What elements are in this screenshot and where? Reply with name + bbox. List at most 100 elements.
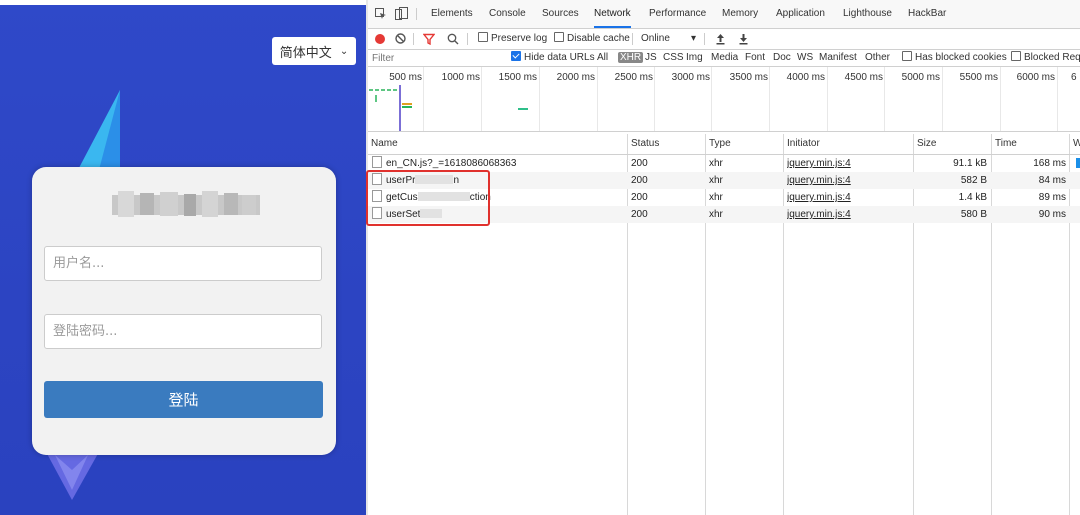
record-icon[interactable] [375, 34, 385, 44]
tab-hackbar[interactable]: HackBar [908, 0, 946, 28]
tab-memory[interactable]: Memory [722, 0, 758, 28]
request-initiator-link[interactable]: jquery.min.js:4 [787, 155, 851, 172]
device-toolbar-icon[interactable] [395, 7, 408, 20]
chevron-down-icon: ⌄ [339, 45, 349, 57]
checkbox-checked-icon [511, 51, 521, 61]
tick-line [769, 67, 770, 131]
type-filter-media[interactable]: Media [711, 50, 738, 66]
checkbox-icon [1011, 51, 1021, 61]
search-icon[interactable] [447, 33, 459, 45]
tab-lighthouse[interactable]: Lighthouse [843, 0, 892, 28]
type-filter-other[interactable]: Other [865, 50, 890, 66]
type-filter-xhr[interactable]: XHR [618, 50, 644, 66]
checkbox-icon [902, 51, 912, 61]
waterfall-bar [1076, 158, 1080, 168]
separator [413, 33, 414, 45]
request-type: xhr [709, 158, 723, 169]
inspect-element-icon[interactable] [375, 8, 387, 20]
filter-icon[interactable] [423, 33, 435, 45]
hide-data-urls-checkbox[interactable]: Hide data URLs [511, 50, 595, 66]
tab-elements[interactable]: Elements [431, 0, 473, 28]
tab-sources[interactable]: Sources [542, 0, 579, 28]
tick-line [884, 67, 885, 131]
request-size: 91.1 kB [953, 158, 987, 169]
type-filter-manifest[interactable]: Manifest [819, 50, 857, 66]
tick-line [1000, 67, 1001, 131]
network-filter-bar: Hide data URLs All XHR JS CSS Img Media … [368, 50, 1080, 67]
blocked-requests-checkbox[interactable]: Blocked Requ [1011, 50, 1080, 66]
column-header-initiator[interactable]: Initiator [784, 134, 913, 154]
highlight-annotation-box [366, 170, 490, 226]
disable-cache-checkbox[interactable]: Disable cache [554, 29, 630, 49]
tab-performance[interactable]: Performance [649, 0, 706, 28]
tick-line [1057, 67, 1058, 131]
request-size: 580 B [960, 209, 987, 220]
tab-application[interactable]: Application [776, 0, 825, 28]
timeline-tick-label: 6 [1071, 72, 1077, 83]
caret-down-icon: ▾ [691, 33, 697, 44]
column-header-name[interactable]: Name [368, 134, 627, 154]
column-header-status[interactable]: Status [628, 134, 705, 154]
login-card: 登陆 [32, 167, 336, 455]
preserve-log-label: Preserve log [491, 33, 548, 44]
type-filter-all[interactable]: All [597, 50, 608, 66]
column-header-time[interactable]: Time [992, 134, 1069, 154]
import-har-icon[interactable] [716, 33, 725, 45]
column-header-waterfall[interactable]: W [1070, 134, 1080, 154]
tick-line [654, 67, 655, 131]
request-type: xhr [709, 209, 723, 220]
type-filter-doc[interactable]: Doc [773, 50, 791, 66]
tab-console[interactable]: Console [489, 0, 526, 28]
xhr-chip-label: XHR [618, 52, 644, 63]
request-initiator-link[interactable]: jquery.min.js:4 [787, 172, 851, 189]
table-header: Name Status Type Initiator Size Time W [368, 134, 1080, 155]
timeline-tick-label: 6000 ms [1016, 72, 1055, 83]
request-status: 200 [631, 192, 648, 203]
username-input[interactable] [44, 246, 322, 281]
hide-data-urls-label: Hide data URLs [524, 52, 595, 63]
devtools-panel: Elements Console Sources Network Perform… [368, 0, 1080, 515]
separator [467, 33, 468, 45]
login-button[interactable]: 登陆 [44, 381, 323, 418]
password-input[interactable] [44, 314, 322, 349]
network-overview-timeline[interactable]: 500 ms 1000 ms 1500 ms 2000 ms 2500 ms 3… [368, 67, 1080, 132]
throttling-select[interactable]: Online ▾ [641, 29, 701, 49]
tick-line [597, 67, 598, 131]
timeline-tick-label: 3500 ms [729, 72, 768, 83]
request-status: 200 [631, 175, 648, 186]
checkbox-icon [554, 32, 564, 42]
language-select[interactable]: 简体中文 ⌄ [272, 37, 356, 65]
type-filter-font[interactable]: Font [745, 50, 765, 66]
devtools-tab-bar: Elements Console Sources Network Perform… [368, 0, 1080, 29]
tab-network[interactable]: Network [594, 0, 631, 28]
timeline-activity-bars [369, 85, 528, 131]
export-har-icon[interactable] [739, 33, 748, 45]
tick-line [711, 67, 712, 131]
preserve-log-checkbox[interactable]: Preserve log [478, 29, 547, 49]
has-blocked-cookies-label: Has blocked cookies [915, 52, 1007, 63]
timeline-tick-label: 2500 ms [614, 72, 653, 83]
has-blocked-cookies-checkbox[interactable]: Has blocked cookies [902, 50, 1007, 66]
request-status: 200 [631, 209, 648, 220]
separator [416, 8, 417, 20]
request-initiator-link[interactable]: jquery.min.js:4 [787, 206, 851, 223]
timeline-tick-label: 4500 ms [844, 72, 883, 83]
separator [632, 33, 633, 45]
clear-icon[interactable] [395, 33, 406, 44]
disable-cache-label: Disable cache [567, 33, 630, 44]
request-initiator-link[interactable]: jquery.min.js:4 [787, 189, 851, 206]
request-time: 89 ms [1038, 192, 1066, 203]
column-header-size[interactable]: Size [914, 134, 991, 154]
type-filter-img[interactable]: Img [686, 50, 703, 66]
separator [704, 33, 705, 45]
filter-input[interactable] [370, 51, 502, 65]
request-type: xhr [709, 175, 723, 186]
language-select-label: 简体中文 [279, 45, 332, 61]
column-header-type[interactable]: Type [706, 134, 783, 154]
type-filter-js[interactable]: JS [645, 50, 657, 66]
type-filter-css[interactable]: CSS [663, 50, 684, 66]
timeline-tick-label: 3000 ms [671, 72, 710, 83]
timeline-tick-label: 5000 ms [901, 72, 940, 83]
type-filter-ws[interactable]: WS [797, 50, 813, 66]
tick-line [539, 67, 540, 131]
